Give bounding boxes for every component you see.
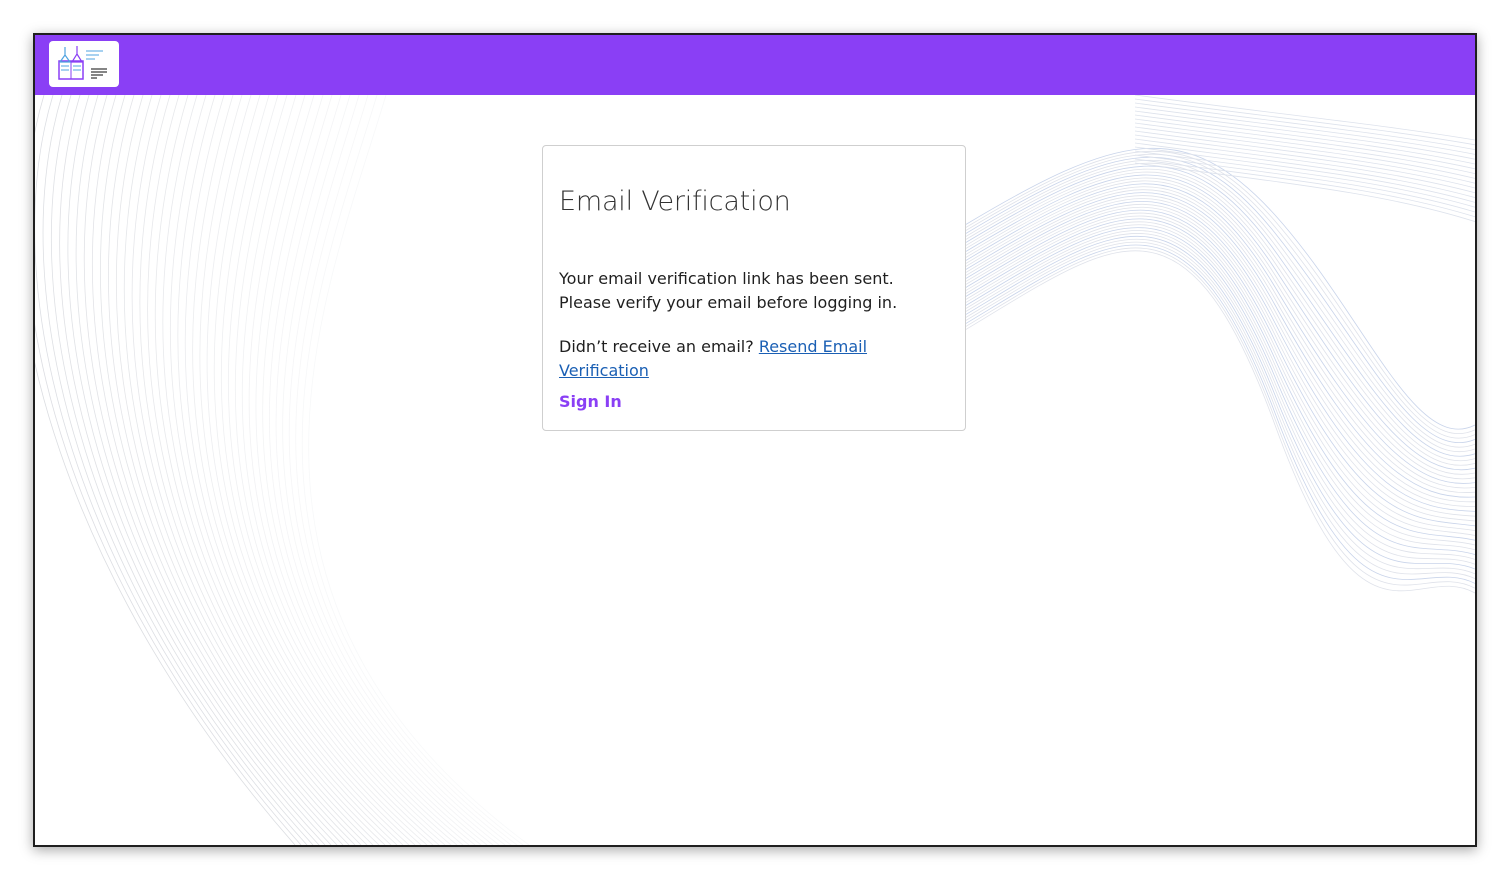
email-verification-card: Email Verification Your email verificati… [542,145,966,431]
verification-message: Your email verification link has been se… [559,269,898,312]
top-navbar [35,35,1475,95]
site-logo[interactable] [49,41,119,87]
sign-in-link[interactable]: Sign In [559,392,622,411]
page-title: Email Verification [559,186,791,217]
book-flask-logo-icon [58,46,107,80]
resend-row: Didn’t receive an email? Resend Email Ve… [559,335,959,383]
browser-window: Email Verification Your email verificati… [33,33,1477,847]
resend-prompt: Didn’t receive an email? [559,337,754,356]
